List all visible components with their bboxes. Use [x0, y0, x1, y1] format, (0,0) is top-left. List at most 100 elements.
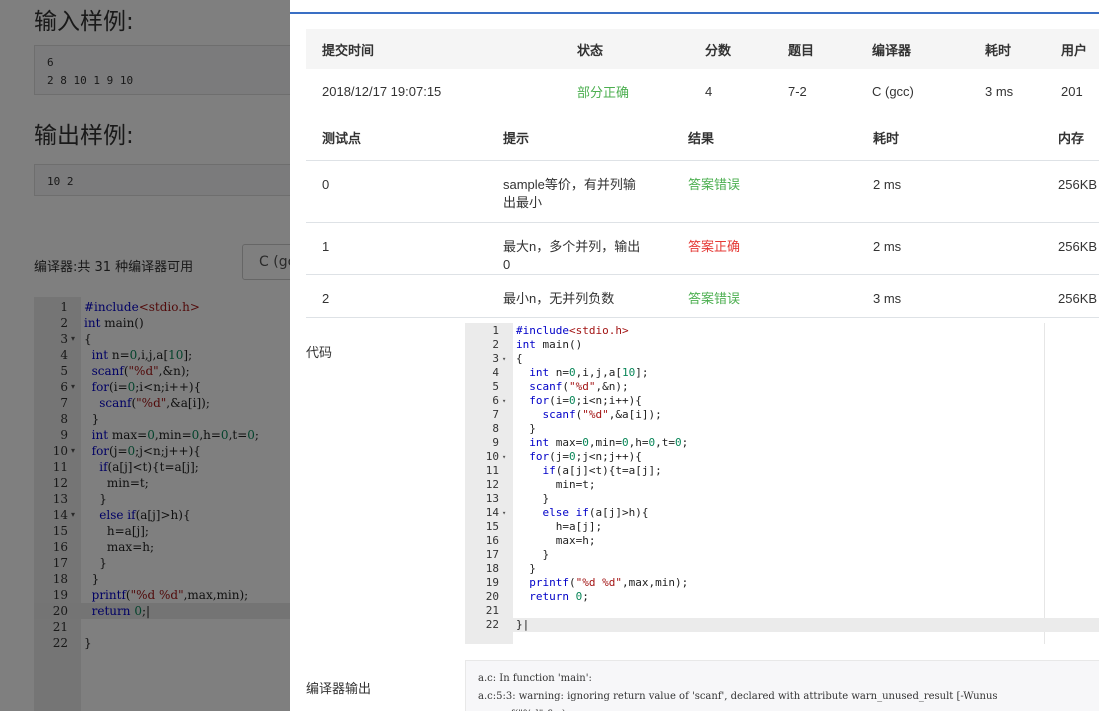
compiler-output-box: a.c: In function 'main': a.c:5:3: warnin… — [465, 660, 1099, 711]
testcase-header-row: 测试点 提示 结果 耗时 内存 — [306, 116, 1099, 160]
line-number: 6 — [492, 394, 499, 407]
code-line: 4 int n=0,i,j,a[10]; — [465, 366, 1099, 380]
code-text: else if(a[j]>h){ — [542, 506, 649, 519]
code-text: if(a[j]<t){t=a[j]; — [542, 464, 662, 477]
code-line: 20 return 0; — [465, 590, 1099, 604]
line-number: 14 — [485, 506, 499, 519]
code-line: 16 max=h; — [465, 534, 1099, 548]
fold-toggle-icon[interactable]: ▾ — [502, 506, 506, 520]
code-text: }| — [516, 618, 530, 631]
code-text: scanf("%d",&n); — [529, 380, 629, 393]
fold-toggle-icon[interactable]: ▾ — [502, 394, 506, 408]
line-number: 15 — [485, 520, 499, 533]
testcase-row: 2 最小n，无并列负数 答案错误 3 ms 256KB — [306, 274, 1099, 317]
line-number: 8 — [492, 422, 499, 435]
code-text: } — [516, 492, 550, 505]
code-text: for(j=0;j<n;j++){ — [529, 450, 642, 463]
header-problem: 题目 — [788, 42, 815, 58]
fold-toggle-icon[interactable]: ▾ — [502, 352, 506, 366]
line-number: 1 — [492, 324, 499, 337]
code-text: int max=0,min=0,h=0,t=0; — [529, 436, 689, 449]
testcase-table: 测试点 提示 结果 耗时 内存 0 sample等价，有并列输出最小 答案错误 … — [306, 116, 1099, 318]
submission-row: 2018/12/17 19:07:15 部分正确 4 7-2 C (gcc) 3… — [306, 69, 1099, 113]
code-line: 12 min=t; — [465, 478, 1099, 492]
submit-time: 2018/12/17 19:07:15 — [322, 83, 442, 99]
code-line: 1 #include<stdio.h> — [465, 324, 1099, 338]
testcase-result: 答案错误 — [688, 176, 741, 192]
code-text: scanf("%d",&a[i]); — [542, 408, 662, 421]
testcase-row: 1 最大n，多个并列，输出0 答案正确 2 ms 256KB — [306, 222, 1099, 274]
user: 201 — [1061, 83, 1083, 99]
code-line: 9 int max=0,min=0,h=0,t=0; — [465, 436, 1099, 450]
submission-table: 提交时间 状态 分数 题目 编译器 耗时 用户 2018/12/17 19:07… — [306, 29, 1099, 113]
line-number: 12 — [485, 478, 499, 491]
line-number: 18 — [485, 562, 499, 575]
code-text: int main() — [516, 338, 583, 351]
line-number: 4 — [492, 366, 499, 379]
compiler: C (gcc) — [872, 83, 914, 99]
code-line: 5 scanf("%d",&n); — [465, 380, 1099, 394]
header-testcase: 测试点 — [322, 131, 362, 147]
line-number: 5 — [492, 380, 499, 393]
code-text: for(i=0;i<n;i++){ — [529, 394, 642, 407]
line-number: 20 — [485, 590, 499, 603]
header-hint: 提示 — [503, 131, 530, 147]
code-viewer[interactable]: 1 #include<stdio.h> 2 int main() 3 ▾{4 int n=… — [465, 323, 1099, 644]
testcase-row: 0 sample等价，有并列输出最小 答案错误 2 ms 256KB — [306, 160, 1099, 222]
code-line: 7 scanf("%d",&a[i]); — [465, 408, 1099, 422]
fold-toggle-icon[interactable]: ▾ — [502, 450, 506, 464]
testcase-hint: 最小n，无并列负数 — [503, 290, 615, 306]
score: 4 — [705, 83, 713, 99]
testcase-time: 2 ms — [873, 176, 902, 192]
code-line: 21 — [465, 604, 1099, 618]
code-text: #include<stdio.h> — [516, 324, 629, 337]
code-section-label: 代码 — [306, 345, 333, 360]
header-score: 分数 — [705, 42, 732, 58]
code-line: 14 ▾ else if(a[j]>h){ — [465, 506, 1099, 520]
code-line: 10 ▾ for(j=0;j<n;j++){ — [465, 450, 1099, 464]
testcase-id: 2 — [322, 290, 330, 306]
line-number: 11 — [485, 464, 499, 477]
header-memory: 内存 — [1058, 131, 1085, 147]
submission-detail-panel: 提交时间 状态 分数 题目 编译器 耗时 用户 2018/12/17 19:07… — [290, 0, 1099, 711]
code-text: return 0; — [529, 590, 589, 603]
line-number: 2 — [492, 338, 499, 351]
compiler-output-label: 编译器输出 — [306, 681, 372, 696]
line-number: 17 — [485, 548, 499, 561]
header-elapsed: 耗时 — [985, 42, 1012, 58]
header-submit-time: 提交时间 — [322, 42, 375, 58]
code-text: { — [516, 352, 523, 365]
header-compiler: 编译器 — [872, 42, 912, 58]
code-line: 22 }| — [465, 618, 1099, 632]
code-text: min=t; — [516, 478, 596, 491]
problem-link[interactable]: 7-2 — [772, 69, 856, 113]
code-line: 17 } — [465, 548, 1099, 562]
testcase-result: 答案错误 — [688, 290, 741, 306]
line-number: 10 — [485, 450, 499, 463]
line-number: 22 — [485, 618, 499, 631]
code-line: 19 printf("%d %d",max,min); — [465, 576, 1099, 590]
status-badge: 部分正确 — [577, 84, 630, 100]
code-line: 8 } — [465, 422, 1099, 436]
code-text: } — [516, 422, 536, 435]
header-user: 用户 — [1061, 42, 1088, 58]
line-number: 16 — [485, 534, 499, 547]
testcase-id: 0 — [322, 176, 330, 192]
line-number: 19 — [485, 576, 499, 589]
testcase-hint: 最大n，多个并列，输出0 — [503, 238, 641, 272]
line-number: 13 — [485, 492, 499, 505]
code-text: } — [516, 562, 536, 575]
line-number: 21 — [485, 604, 499, 617]
code-text: max=h; — [516, 534, 596, 547]
testcase-hint: sample等价，有并列输出最小 — [503, 176, 636, 210]
code-line: 15 h=a[j]; — [465, 520, 1099, 534]
testcase-time: 3 ms — [873, 290, 902, 306]
line-number: 9 — [492, 436, 499, 449]
line-number: 3 — [492, 352, 499, 365]
code-line: 6 ▾ for(i=0;i<n;i++){ — [465, 394, 1099, 408]
elapsed: 3 ms — [985, 83, 1014, 99]
code-text: } — [516, 548, 550, 561]
code-line: 18 } — [465, 562, 1099, 576]
code-text: printf("%d %d",max,min); — [529, 576, 689, 589]
code-text: h=a[j]; — [516, 520, 603, 533]
